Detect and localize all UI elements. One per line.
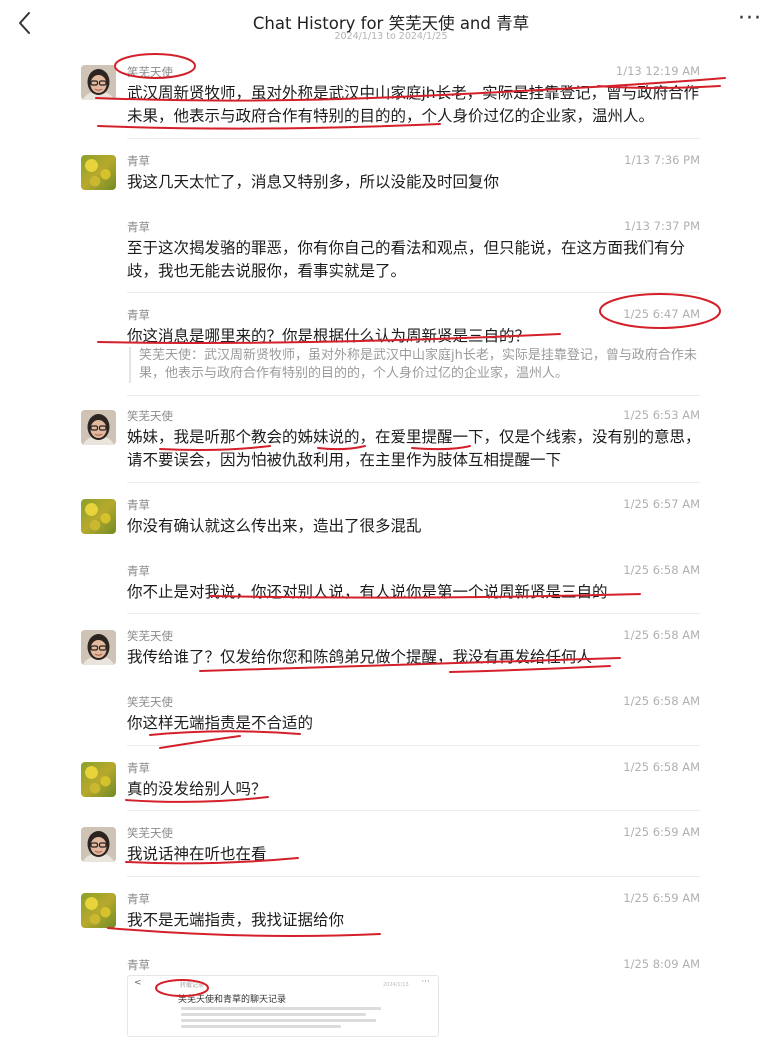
message-time: 1/25 8:09 AM bbox=[623, 957, 700, 971]
message-text: 我传给谁了？仅发给你您和陈鸽弟兄做个提醒，我没有再发给任何人 bbox=[127, 648, 593, 666]
divider bbox=[127, 482, 700, 483]
message-text: 至于这次揭发骆的罪恶，你有你自己的看法和观点，但只能说，在这方面我们有分歧，我也… bbox=[127, 239, 686, 280]
thumb-text-line bbox=[181, 1013, 366, 1016]
message-text: 武汉周新贤牧师，虽对外称是武汉中山家庭jh长老，实际是挂靠登记，曾与政府合作未果… bbox=[127, 84, 700, 125]
message-time: 1/13 7:37 PM bbox=[624, 219, 700, 233]
sender-name: 青草 bbox=[127, 154, 150, 168]
attachment-title: 笑芜天使和青草的聊天记录 bbox=[178, 995, 287, 1005]
message-text: 姊妹，我是听那个教会的姊妹说的，在爱里提醒一下，仅是个线索，没有别的意思，请不要… bbox=[127, 428, 701, 469]
message-time: 1/25 6:58 AM bbox=[623, 628, 700, 642]
message-text: 我说话神在听也在看 bbox=[127, 845, 267, 863]
message-text: 我这几天太忙了，消息又特别多，所以没能及时回复你 bbox=[127, 173, 500, 191]
sender-name: 笑芜天使 bbox=[127, 695, 173, 709]
thumb-date: 2024/1/13 bbox=[383, 982, 409, 988]
thumb-text-line bbox=[181, 1007, 381, 1010]
message-time: 1/25 6:47 AM bbox=[623, 307, 700, 321]
thumb-text-line bbox=[181, 1025, 341, 1028]
message-text: 我不是无端指责，我找证据给你 bbox=[127, 911, 345, 929]
divider bbox=[127, 138, 700, 139]
flower-avatar[interactable] bbox=[81, 762, 116, 797]
flower-avatar[interactable] bbox=[81, 155, 116, 190]
divider bbox=[127, 745, 700, 746]
flower-avatar[interactable] bbox=[81, 499, 116, 534]
message-time: 1/25 6:59 AM bbox=[623, 825, 700, 839]
message-text: 你不止是对我说，你还对别人说，有人说你是第一个说周新贤是三自的 bbox=[127, 583, 608, 601]
sender-name: 笑芜天使 bbox=[127, 409, 173, 423]
thumb-more-icon: ··· bbox=[421, 977, 430, 987]
sender-name: 青草 bbox=[127, 958, 150, 972]
person-avatar[interactable] bbox=[81, 630, 116, 665]
date-range: 2024/1/13 to 2024/1/25 bbox=[334, 31, 448, 42]
sender-name: 青草 bbox=[127, 761, 150, 775]
quoted-message[interactable]: 笑芜天使：武汉周新贤牧师，虽对外称是武汉中山家庭jh长老，实际是挂靠登记，曾与政… bbox=[129, 347, 709, 383]
message-time: 1/25 6:57 AM bbox=[623, 497, 700, 511]
message-text: 真的没发给别人吗？ bbox=[127, 780, 267, 798]
more-icon[interactable]: ··· bbox=[738, 8, 762, 30]
sender-name: 笑芜天使 bbox=[127, 65, 173, 79]
message-time: 1/25 6:53 AM bbox=[623, 408, 700, 422]
chat-record-attachment[interactable]: < 转载记录 2024/1/13 ··· 笑芜天使和青草的聊天记录 bbox=[127, 975, 439, 1037]
person-avatar[interactable] bbox=[81, 65, 116, 100]
divider bbox=[127, 876, 700, 877]
sender-name: 笑芜天使 bbox=[127, 629, 173, 643]
chat-header: Chat History for 笑芜天使 and 青草 2024/1/13 t… bbox=[0, 0, 782, 46]
sender-name: 青草 bbox=[127, 564, 150, 578]
message-time: 1/13 7:36 PM bbox=[624, 153, 700, 167]
message-text: 你这样无端指责是不合适的 bbox=[127, 714, 314, 732]
message-time: 1/25 6:58 AM bbox=[623, 694, 700, 708]
sender-name: 青草 bbox=[127, 498, 150, 512]
thumb-text-line bbox=[181, 1019, 376, 1022]
sender-name: 青草 bbox=[127, 892, 150, 906]
thumb-back-icon: < bbox=[134, 978, 142, 988]
divider bbox=[127, 810, 700, 811]
message-time: 1/25 6:59 AM bbox=[623, 891, 700, 905]
person-avatar[interactable] bbox=[81, 410, 116, 445]
divider bbox=[127, 292, 700, 293]
thumb-tag: 转载记录 bbox=[180, 982, 205, 989]
message-time: 1/25 6:58 AM bbox=[623, 760, 700, 774]
message-time: 1/13 12:19 AM bbox=[615, 64, 700, 78]
sender-name: 青草 bbox=[127, 220, 150, 234]
message-text: 你没有确认就这么传出来，造出了很多混乱 bbox=[127, 517, 422, 535]
person-avatar[interactable] bbox=[81, 827, 116, 862]
message-time: 1/25 6:58 AM bbox=[623, 563, 700, 577]
sender-name: 笑芜天使 bbox=[127, 826, 173, 840]
message-text: 你这消息是哪里来的？你是根据什么认为周新贤是三自的？ bbox=[127, 327, 531, 345]
divider bbox=[127, 395, 700, 396]
divider bbox=[127, 613, 700, 614]
sender-name: 青草 bbox=[127, 308, 150, 322]
flower-avatar[interactable] bbox=[81, 893, 116, 928]
